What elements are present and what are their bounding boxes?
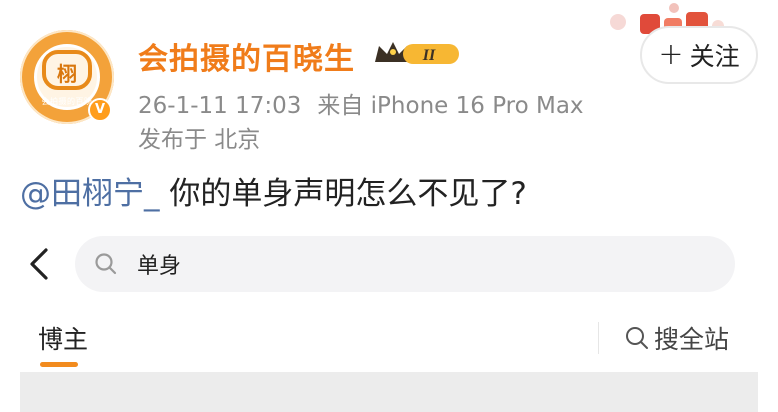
divider — [598, 322, 599, 354]
results-placeholder — [20, 372, 758, 412]
search-icon — [626, 327, 648, 349]
post-body: 你的单身声明怎么不见了? — [159, 176, 527, 212]
tab-bloggers[interactable]: 博主 — [38, 320, 88, 356]
post-location: 发布于 北京 — [138, 127, 261, 153]
avatar-caption: 会拍摄的百晓 — [41, 97, 93, 106]
timestamp: 26-1-11 17:03 — [138, 93, 302, 119]
tab-active-indicator — [40, 362, 78, 367]
level-badge: II — [422, 47, 436, 64]
search-query: 单身 — [137, 254, 182, 279]
embedded-screenshot: 单身 博主 搜全站 — [20, 222, 758, 412]
post-meta: 26-1-11 17:03 来自 iPhone 16 Pro Max — [138, 86, 600, 120]
chevron-left-icon[interactable] — [24, 246, 56, 282]
verified-badge-icon: V — [88, 98, 112, 122]
post-text: @田栩宁_ 你的单身声明怎么不见了? — [20, 168, 527, 213]
follow-label: 关注 — [689, 42, 740, 71]
follow-button[interactable]: + 关注 — [640, 26, 758, 84]
post-source: 来自 iPhone 16 Pro Max — [317, 93, 584, 119]
plus-icon: + — [658, 37, 684, 72]
search-all-label: 搜全站 — [654, 325, 730, 354]
crown-icon: II — [375, 42, 459, 64]
mention-link[interactable]: @田栩宁_ — [20, 176, 160, 212]
author-name[interactable]: 会拍摄的百晓生 — [138, 34, 355, 78]
search-all-button[interactable]: 搜全站 — [624, 320, 729, 356]
search-icon — [95, 253, 117, 275]
search-input[interactable]: 单身 — [75, 236, 735, 292]
avatar-glyph: 栩 — [57, 62, 77, 86]
